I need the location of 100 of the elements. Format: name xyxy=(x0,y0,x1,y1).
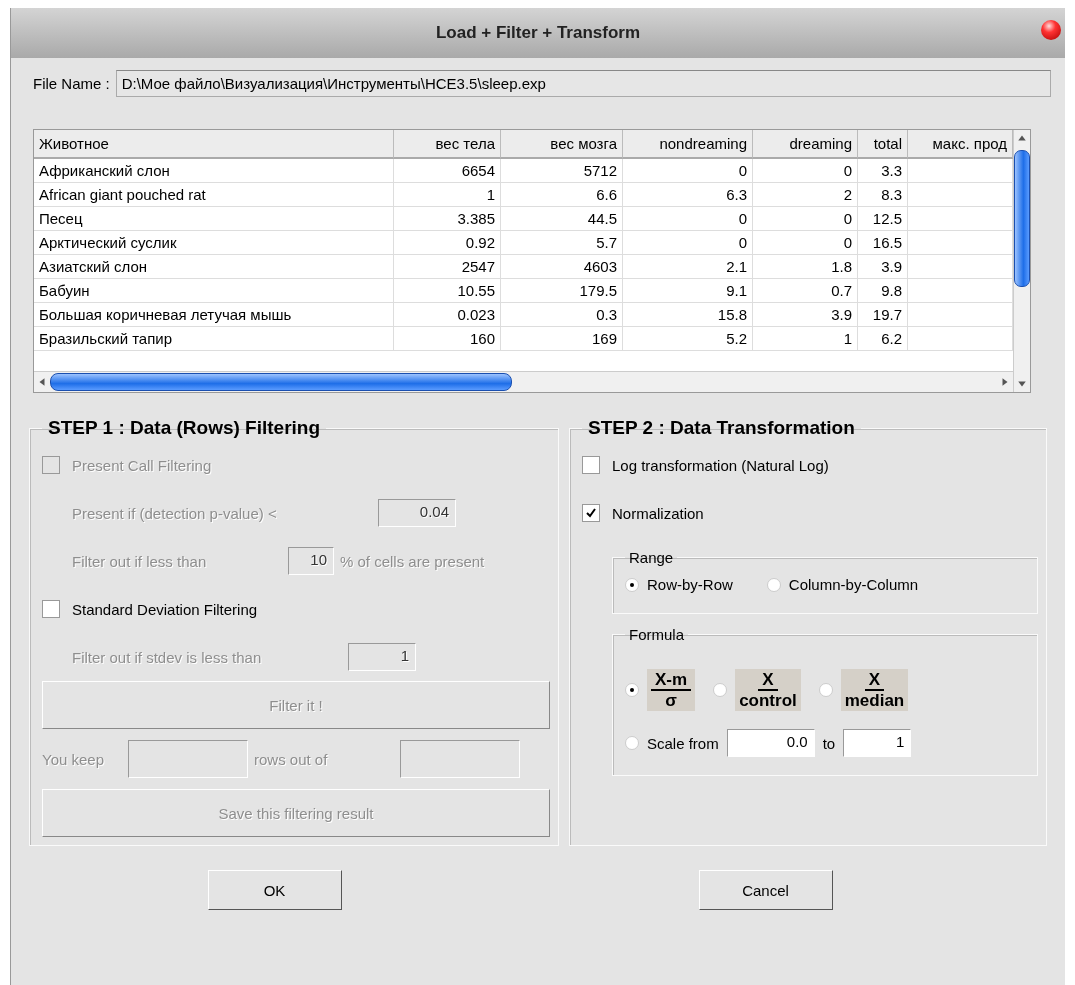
table-cell: 3.385 xyxy=(394,207,501,231)
table-cell: 2.1 xyxy=(623,255,753,279)
group-title: Formula xyxy=(628,626,685,643)
table-cell: 6.3 xyxy=(623,183,753,207)
table-cell: 1 xyxy=(753,327,858,351)
formula-fraction: X median xyxy=(840,669,909,711)
file-name-label: File Name : xyxy=(33,75,110,92)
table-cell: 2 xyxy=(753,183,858,207)
checkbox[interactable] xyxy=(582,504,600,522)
checkbox[interactable] xyxy=(42,600,60,618)
panel-title: STEP 2 : Data Transformation xyxy=(587,417,856,439)
table-cell: Бразильский тапир xyxy=(34,327,394,351)
table-cell: 179.5 xyxy=(501,279,623,303)
formula-fraction: X control xyxy=(735,669,801,711)
scroll-thumb[interactable] xyxy=(1014,150,1030,287)
table-cell: 0 xyxy=(753,231,858,255)
table-cell: 0.3 xyxy=(501,303,623,327)
group-title: Range xyxy=(628,549,675,566)
input-field[interactable]: 1 xyxy=(843,729,912,757)
checkbox-label: Standard Deviation Filtering xyxy=(72,600,258,618)
table-cell: 0.92 xyxy=(394,231,501,255)
table-cell: 2547 xyxy=(394,255,501,279)
table-cell: Африканский слон xyxy=(34,159,394,183)
table-cell: Большая коричневая летучая мышь xyxy=(34,303,394,327)
table-cell: 44.5 xyxy=(501,207,623,231)
field-label: You keep xyxy=(42,750,105,768)
field-label: rows out of xyxy=(254,750,329,768)
column-header[interactable]: nondreaming xyxy=(623,130,753,159)
table-cell: 15.8 xyxy=(623,303,753,327)
radio-label: Scale from xyxy=(647,734,719,752)
table-cell: 0.023 xyxy=(394,303,501,327)
scroll-left-icon[interactable] xyxy=(37,377,47,387)
table-cell: 0.7 xyxy=(753,279,858,303)
radio-button[interactable] xyxy=(713,683,728,697)
column-header[interactable]: вес мозга xyxy=(501,130,623,159)
column-header[interactable]: вес тела xyxy=(394,130,501,159)
table-cell: 6.6 xyxy=(501,183,623,207)
scroll-down-icon[interactable] xyxy=(1017,379,1027,389)
dialog-button[interactable]: OK xyxy=(207,870,342,910)
table-cell: 19.7 xyxy=(858,303,908,327)
scroll-thumb[interactable] xyxy=(50,373,512,391)
table-cell: 3.9 xyxy=(753,303,858,327)
file-name-field[interactable]: D:\Мое файло\Визуализация\Инструменты\HCE3.5\sleep.exp xyxy=(115,70,1051,97)
input-field[interactable] xyxy=(400,740,520,778)
radio-button[interactable] xyxy=(766,577,781,592)
field-label: Filter out if less than xyxy=(72,552,208,570)
checkbox-label: Log transformation (Natural Log) xyxy=(612,456,829,474)
table-cell: 9.1 xyxy=(623,279,753,303)
vertical-scrollbar[interactable] xyxy=(1013,130,1030,392)
radio-button[interactable] xyxy=(625,683,639,697)
field-suffix: % of cells are present xyxy=(340,552,485,570)
table-cell: 9.8 xyxy=(858,279,908,303)
table-cell: 3.3 xyxy=(858,159,908,183)
checkbox[interactable] xyxy=(582,456,600,474)
table-cell: Песец xyxy=(34,207,394,231)
table-cell: 16.5 xyxy=(858,231,908,255)
radio-label: Row-by-Row xyxy=(647,576,733,593)
table-cell: 8.3 xyxy=(858,183,908,207)
close-icon[interactable] xyxy=(1041,20,1061,40)
scroll-up-icon[interactable] xyxy=(1017,133,1027,143)
column-header[interactable]: Животное xyxy=(34,130,394,159)
table-cell: Бабуин xyxy=(34,279,394,303)
radio-button[interactable] xyxy=(625,577,639,592)
field-label: Present if (detection p-value) < xyxy=(72,504,278,522)
table-cell: 169 xyxy=(501,327,623,351)
checkbox-label: Normalization xyxy=(612,504,704,522)
table-cell: 0 xyxy=(623,231,753,255)
radio-label: Column-by-Column xyxy=(788,576,919,593)
table-cell: 5.7 xyxy=(501,231,623,255)
table-cell: 6654 xyxy=(394,159,501,183)
window-title: Load + Filter + Transform xyxy=(435,23,641,43)
table-cell: 160 xyxy=(394,327,501,351)
table-cell: 0 xyxy=(623,159,753,183)
column-header[interactable]: макс. прод xyxy=(908,130,1013,159)
table-cell: 0 xyxy=(623,207,753,231)
table-cell: 0 xyxy=(753,159,858,183)
table-cell: 4603 xyxy=(501,255,623,279)
table-cell: 6.2 xyxy=(858,327,908,351)
table-cell: 5712 xyxy=(501,159,623,183)
scroll-right-icon[interactable] xyxy=(1000,377,1010,387)
panel-title: STEP 1 : Data (Rows) Filtering xyxy=(47,417,322,439)
checkbox-label: Present Call Filtering xyxy=(72,456,212,474)
table-cell: African giant pouched rat xyxy=(34,183,394,207)
table-cell: 3.9 xyxy=(858,255,908,279)
column-header[interactable]: dreaming xyxy=(753,130,858,159)
dialog-button[interactable]: Cancel xyxy=(698,870,833,910)
radio-button[interactable] xyxy=(818,683,833,697)
table-cell: 1.8 xyxy=(753,255,858,279)
check-icon xyxy=(585,507,597,519)
radio-button[interactable] xyxy=(625,736,639,750)
table-cell: 5.2 xyxy=(623,327,753,351)
formula-fraction: X-m σ xyxy=(647,669,696,711)
table-cell: Азиатский слон xyxy=(34,255,394,279)
field-label: Filter out if stdev is less than xyxy=(72,648,263,666)
horizontal-scrollbar[interactable] xyxy=(34,371,1013,392)
input-field[interactable]: 0.0 xyxy=(726,729,815,757)
table-cell: Арктический суслик xyxy=(34,231,394,255)
table-cell: 12.5 xyxy=(858,207,908,231)
column-header[interactable]: total xyxy=(858,130,908,159)
table-cell: 0 xyxy=(753,207,858,231)
